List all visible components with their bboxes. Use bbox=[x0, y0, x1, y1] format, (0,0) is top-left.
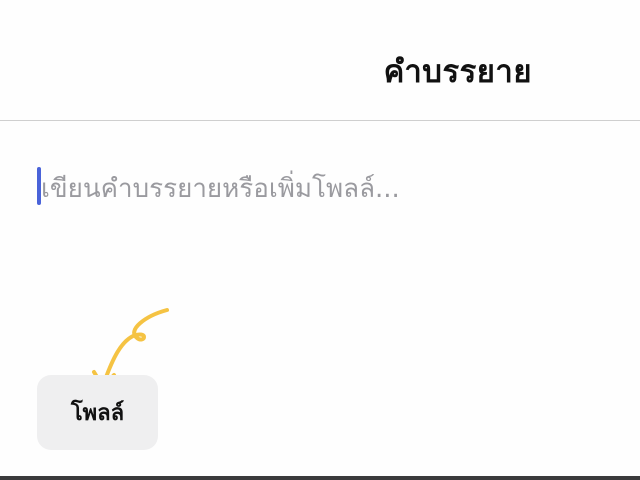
bottom-divider bbox=[0, 476, 640, 480]
caption-screen: คำบรรยาย เขียนคำบรรยายหรือเพิ่มโพลล์... … bbox=[0, 0, 640, 480]
page-title: คำบรรยาย bbox=[383, 54, 532, 90]
poll-button-label: โพลล์ bbox=[70, 401, 125, 426]
add-poll-button[interactable]: โพลล์ bbox=[37, 375, 158, 450]
header: คำบรรยาย bbox=[0, 0, 640, 121]
caption-placeholder: เขียนคำบรรยายหรือเพิ่มโพลล์... bbox=[41, 174, 400, 204]
